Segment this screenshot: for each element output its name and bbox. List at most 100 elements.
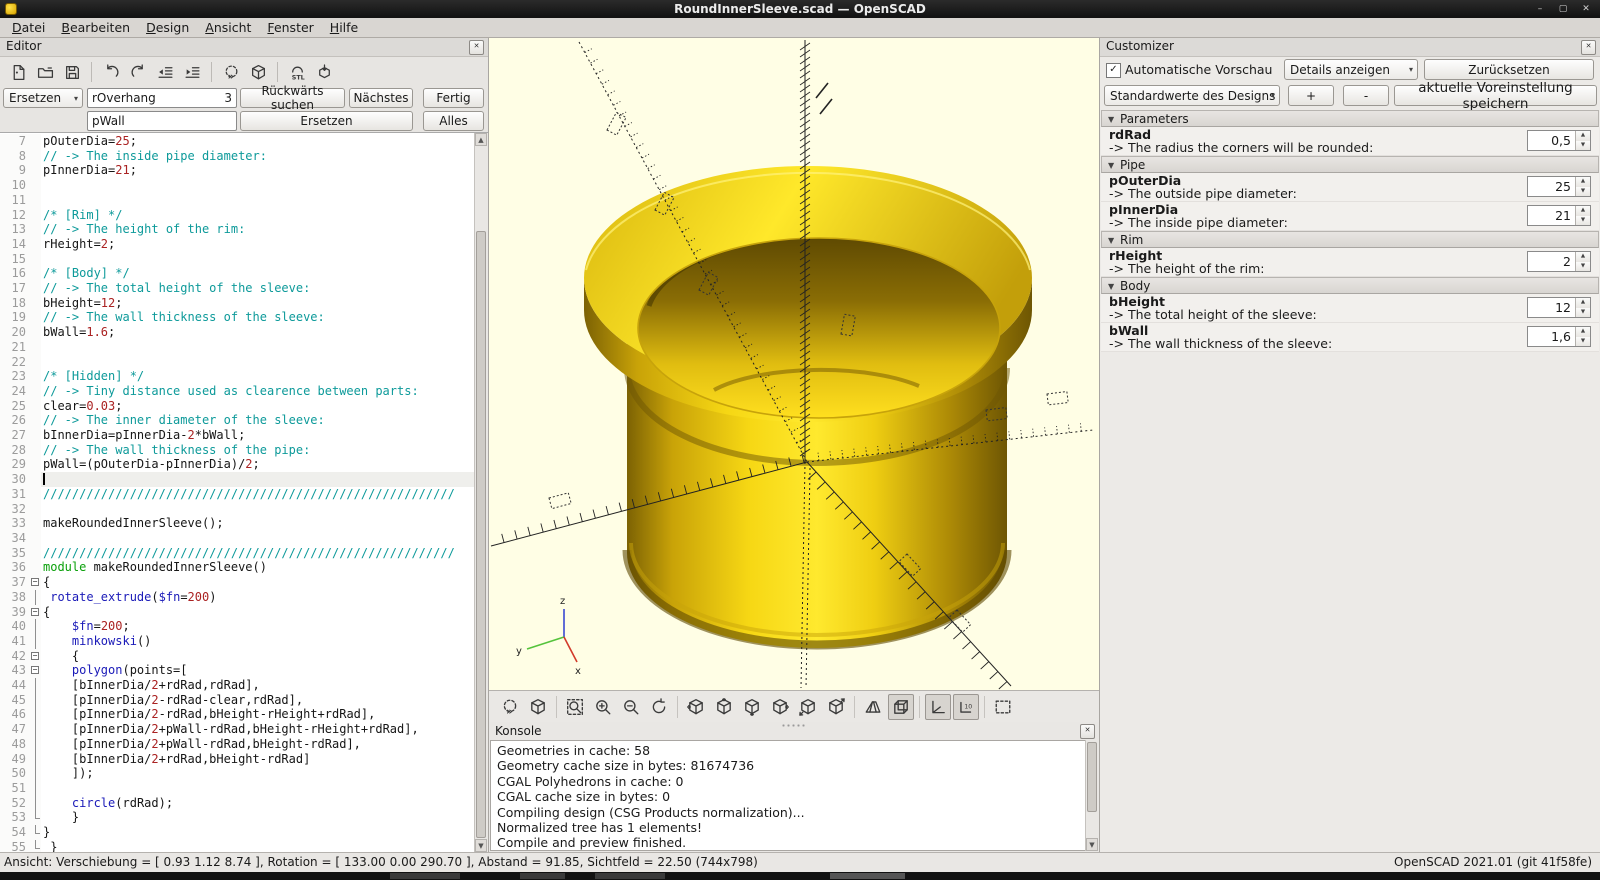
code-line-55[interactable]: 55 }	[0, 840, 475, 852]
menu-fenster[interactable]: Fenster	[259, 18, 321, 37]
spin-down-icon[interactable]: ▼	[1576, 216, 1590, 226]
code-line-18[interactable]: 18bHeight=12;	[0, 296, 475, 311]
new-file-button[interactable]	[6, 60, 30, 84]
spin-up-icon[interactable]: ▲	[1576, 177, 1590, 187]
print-3d-button[interactable]	[312, 60, 336, 84]
export-stl-button[interactable]: STL	[285, 60, 309, 84]
zoom-in-button[interactable]	[590, 694, 616, 720]
code-line-19[interactable]: 19// -> The wall thickness of the sleeve…	[0, 310, 475, 325]
rdRad-spinbox[interactable]: 0,5▲▼	[1527, 130, 1591, 151]
spin-down-icon[interactable]: ▼	[1576, 308, 1590, 318]
open-file-button[interactable]	[33, 60, 57, 84]
code-line-36[interactable]: 36module makeRoundedInnerSleeve()	[0, 560, 475, 575]
code-line-22[interactable]: 22	[0, 355, 475, 370]
code-line-33[interactable]: 33makeRoundedInnerSleeve();	[0, 516, 475, 531]
view-right-button[interactable]	[683, 694, 709, 720]
code-line-23[interactable]: 23/* [Hidden] */	[0, 369, 475, 384]
view-all-button[interactable]	[990, 694, 1016, 720]
menu-ansicht[interactable]: Ansicht	[197, 18, 259, 37]
code-line-41[interactable]: 41 minkowski()	[0, 634, 475, 649]
view-left-button[interactable]	[767, 694, 793, 720]
code-line-39[interactable]: 39−{	[0, 605, 475, 620]
editor-scrollbar[interactable]: ▲ ▼	[474, 133, 488, 852]
show-axes-button[interactable]	[925, 694, 951, 720]
menu-hilfe[interactable]: Hilfe	[322, 18, 366, 37]
fold-marker-icon[interactable]: −	[30, 663, 41, 678]
code-line-35[interactable]: 35//////////////////////////////////////…	[0, 546, 475, 561]
remove-preset-button[interactable]: -	[1343, 85, 1389, 106]
code-line-13[interactable]: 13// -> The height of the rim:	[0, 222, 475, 237]
code-editor[interactable]: 7pOuterDia=25;8// -> The inside pipe dia…	[0, 132, 488, 852]
search-backward-button[interactable]: Rückwärts suchen	[240, 88, 345, 108]
code-line-25[interactable]: 25clear=0.03;	[0, 399, 475, 414]
code-line-28[interactable]: 28// -> The wall thickness of the pipe:	[0, 443, 475, 458]
console-log[interactable]: Geometries in cache: 58Geometry cache si…	[490, 740, 1086, 851]
scroll-down-icon[interactable]: ▼	[475, 839, 487, 852]
auto-preview-checkbox[interactable]: ✓	[1106, 63, 1121, 78]
preset-combo[interactable]: Standardwerte des Designs▾	[1104, 85, 1280, 106]
spin-down-icon[interactable]: ▼	[1576, 141, 1590, 151]
bWall-spinbox[interactable]: 1,6▲▼	[1527, 326, 1591, 347]
fold-marker-icon[interactable]: −	[30, 649, 41, 664]
fold-marker-icon[interactable]: −	[30, 605, 41, 620]
code-line-32[interactable]: 32	[0, 502, 475, 517]
code-line-34[interactable]: 34	[0, 531, 475, 546]
code-line-52[interactable]: 52 circle(rdRad);	[0, 796, 475, 811]
view-perspective-button[interactable]	[860, 694, 886, 720]
pInnerDia-spinbox[interactable]: 21▲▼	[1527, 205, 1591, 226]
code-line-50[interactable]: 50 ]);	[0, 766, 475, 781]
code-line-26[interactable]: 26// -> The inner diameter of the sleeve…	[0, 413, 475, 428]
spin-up-icon[interactable]: ▲	[1576, 327, 1590, 337]
code-line-53[interactable]: 53 }	[0, 810, 475, 825]
fold-marker-icon[interactable]: −	[30, 575, 41, 590]
code-line-24[interactable]: 24// -> Tiny distance used as clearence …	[0, 384, 475, 399]
code-line-10[interactable]: 10	[0, 178, 475, 193]
add-preset-button[interactable]: +	[1288, 85, 1334, 106]
find-input[interactable]: rOverhang 3	[87, 88, 237, 108]
code-line-20[interactable]: 20bWall=1.6;	[0, 325, 475, 340]
spin-up-icon[interactable]: ▲	[1576, 252, 1590, 262]
console-close-icon[interactable]: ✕	[1080, 724, 1095, 739]
code-line-46[interactable]: 46 [pInnerDia/2-rdRad,bHeight-rHeight+rd…	[0, 707, 475, 722]
view-back-button[interactable]	[823, 694, 849, 720]
spin-up-icon[interactable]: ▲	[1576, 206, 1590, 216]
redo-button[interactable]	[126, 60, 150, 84]
undo-button[interactable]	[99, 60, 123, 84]
code-line-30[interactable]: 30	[0, 472, 475, 487]
reset-view-button[interactable]	[646, 694, 672, 720]
code-line-7[interactable]: 7pOuterDia=25;	[0, 134, 475, 149]
preview-button[interactable]: »	[219, 60, 243, 84]
view-top-button[interactable]	[711, 694, 737, 720]
section-header-parameters[interactable]: ▼Parameters	[1101, 110, 1599, 127]
code-line-47[interactable]: 47 [pInnerDia/2+pWall-rdRad,bHeight-rHei…	[0, 722, 475, 737]
search-next-button[interactable]: Nächstes	[349, 88, 413, 108]
minimize-button[interactable]: –	[1530, 2, 1550, 16]
close-button[interactable]: ✕	[1576, 2, 1596, 16]
splitter-handle[interactable]	[781, 724, 807, 727]
code-line-54[interactable]: 54}	[0, 825, 475, 840]
code-line-11[interactable]: 11	[0, 193, 475, 208]
replace-all-button[interactable]: Alles	[423, 111, 484, 131]
code-line-38[interactable]: 38 rotate_extrude($fn=200)	[0, 590, 475, 605]
code-line-16[interactable]: 16/* [Body] */	[0, 266, 475, 281]
code-line-40[interactable]: 40 $fn=200;	[0, 619, 475, 634]
spin-down-icon[interactable]: ▼	[1576, 187, 1590, 197]
code-line-44[interactable]: 44 [bInnerDia/2+rdRad,rdRad],	[0, 678, 475, 693]
render-button[interactable]	[525, 694, 551, 720]
code-line-42[interactable]: 42− {	[0, 649, 475, 664]
unindent-button[interactable]	[153, 60, 177, 84]
code-line-21[interactable]: 21	[0, 340, 475, 355]
code-line-8[interactable]: 8// -> The inside pipe diameter:	[0, 149, 475, 164]
code-line-14[interactable]: 14rHeight=2;	[0, 237, 475, 252]
menu-datei[interactable]: Datei	[4, 18, 53, 37]
section-header-body[interactable]: ▼Body	[1101, 277, 1599, 294]
search-done-button[interactable]: Fertig	[423, 88, 484, 108]
code-line-48[interactable]: 48 [pInnerDia/2+pWall-rdRad,bHeight-rdRa…	[0, 737, 475, 752]
save-file-button[interactable]	[60, 60, 84, 84]
maximize-button[interactable]: ▢	[1553, 2, 1573, 16]
preview-button[interactable]: »	[497, 694, 523, 720]
code-line-37[interactable]: 37−{	[0, 575, 475, 590]
console-scrollbar[interactable]: ▼	[1085, 740, 1099, 851]
editor-scroll-thumb[interactable]	[476, 231, 486, 838]
details-combo[interactable]: Details anzeigen▾	[1284, 59, 1418, 80]
